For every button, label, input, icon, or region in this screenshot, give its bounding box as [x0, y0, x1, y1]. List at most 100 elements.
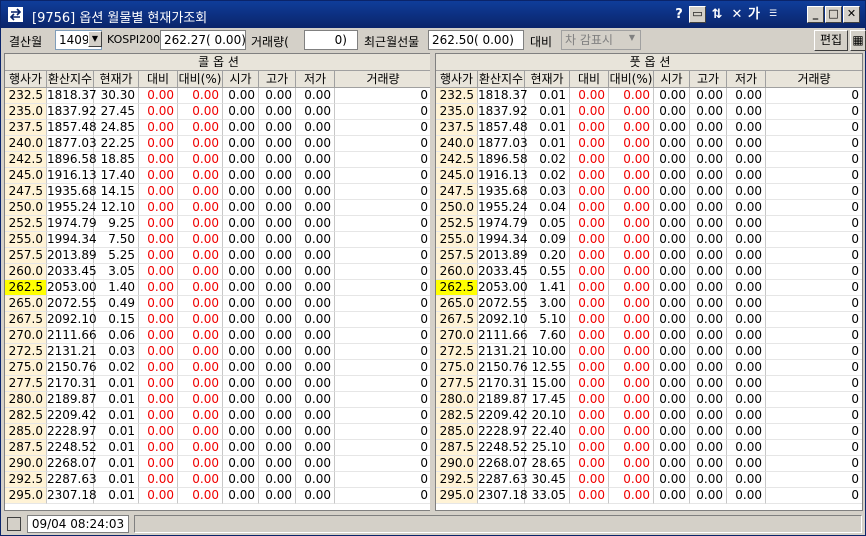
maximize-button[interactable]: □	[825, 6, 842, 23]
minimize-button[interactable]: _	[807, 6, 824, 23]
put-cell-change-pct: 0.00	[609, 344, 654, 360]
status-icon[interactable]	[7, 517, 21, 531]
call-header-change-pct[interactable]: 대비(%)	[178, 71, 223, 88]
layout-icon[interactable]: ▭	[689, 6, 706, 23]
call-cell-change: 0.00	[139, 248, 178, 264]
close-link-icon[interactable]: ✕	[729, 6, 745, 23]
call-cell-volume: 0	[335, 328, 430, 344]
call-cell-strike: 272.5	[5, 344, 47, 360]
put-header-volume[interactable]: 거래량	[766, 71, 862, 88]
put-cell-current-price: 22.40	[525, 424, 570, 440]
call-cell-change: 0.00	[139, 312, 178, 328]
put-header-low[interactable]: 저가	[727, 71, 766, 88]
call-header-low[interactable]: 저가	[296, 71, 335, 88]
put-cell-open: 0.00	[654, 152, 690, 168]
display-mode-dropdown-icon[interactable]: ▼	[625, 31, 639, 47]
call-cell-strike: 255.0	[5, 232, 47, 248]
call-cell-open: 0.00	[223, 296, 259, 312]
put-cell-current-price: 0.02	[525, 152, 570, 168]
call-cell-open: 0.00	[223, 184, 259, 200]
put-header-change[interactable]: 대비	[570, 71, 609, 88]
put-cell-strike: 290.0	[436, 456, 478, 472]
call-cell-low: 0.00	[296, 200, 335, 216]
put-cell-index-value: 2307.18	[478, 488, 528, 504]
call-cell-volume: 0	[335, 232, 430, 248]
font-size-icon[interactable]: 가	[747, 6, 761, 23]
call-cell-change-pct: 0.00	[178, 264, 223, 280]
call-header-current-price[interactable]: 현재가	[94, 71, 139, 88]
put-cell-change-pct: 0.00	[609, 424, 654, 440]
call-header-volume[interactable]: 거래량	[335, 71, 430, 88]
call-cell-change: 0.00	[139, 104, 178, 120]
call-cell-low: 0.00	[296, 120, 335, 136]
put-cell-strike: 242.5	[436, 152, 478, 168]
put-cell-strike: 267.5	[436, 312, 478, 328]
call-cell-low: 0.00	[296, 456, 335, 472]
call-cell-change-pct: 0.00	[178, 200, 223, 216]
call-cell-high: 0.00	[259, 184, 296, 200]
call-header-change[interactable]: 대비	[139, 71, 178, 88]
call-cell-index-value: 2228.97	[47, 424, 97, 440]
call-cell-low: 0.00	[296, 280, 335, 296]
call-cell-high: 0.00	[259, 200, 296, 216]
put-cell-low: 0.00	[727, 184, 766, 200]
call-header-index-value[interactable]: 환산지수	[47, 71, 94, 88]
call-cell-change-pct: 0.00	[178, 488, 223, 504]
put-cell-strike: 277.5	[436, 376, 478, 392]
title-bar[interactable]: [9756] 옵션 월물별 현재가조회 ? ▭ ⇅ ✕ 가 ☰ _ □ ✕	[1, 1, 865, 28]
put-cell-open: 0.00	[654, 168, 690, 184]
put-cell-volume: 0	[766, 168, 862, 184]
call-header-strike[interactable]: 행사가	[5, 71, 47, 88]
put-cell-strike: 257.5	[436, 248, 478, 264]
put-cell-high: 0.00	[690, 440, 727, 456]
put-cell-current-price: 30.45	[525, 472, 570, 488]
call-cell-volume: 0	[335, 296, 430, 312]
call-cell-current-price: 27.45	[94, 104, 139, 120]
call-header-open[interactable]: 시가	[223, 71, 259, 88]
put-header-strike[interactable]: 행사가	[436, 71, 478, 88]
put-header-change-pct[interactable]: 대비(%)	[609, 71, 654, 88]
put-cell-low: 0.00	[727, 456, 766, 472]
config-icon[interactable]: ▦	[850, 30, 866, 51]
call-cell-change: 0.00	[139, 120, 178, 136]
put-cell-index-value: 1857.48	[478, 120, 528, 136]
put-cell-index-value: 2111.66	[478, 328, 528, 344]
month-dropdown-icon[interactable]: ▼	[88, 31, 102, 47]
put-cell-volume: 0	[766, 328, 862, 344]
put-cell-low: 0.00	[727, 360, 766, 376]
put-cell-index-value: 2131.21	[478, 344, 528, 360]
call-header-high[interactable]: 고가	[259, 71, 296, 88]
kospi-label: KOSPI200	[107, 33, 161, 46]
call-cell-index-value: 1877.03	[47, 136, 97, 152]
call-cell-index-value: 2053.00	[47, 280, 97, 296]
call-cell-high: 0.00	[259, 328, 296, 344]
help-icon[interactable]: ?	[673, 6, 685, 23]
edit-button[interactable]: 편집	[814, 30, 848, 51]
call-cell-volume: 0	[335, 184, 430, 200]
put-cell-index-value: 1974.79	[478, 216, 528, 232]
put-header-current-price[interactable]: 현재가	[525, 71, 570, 88]
put-cell-low: 0.00	[727, 376, 766, 392]
link-icon[interactable]: ⇅	[709, 6, 725, 23]
put-cell-index-value: 2248.52	[478, 440, 528, 456]
put-header-index-value[interactable]: 환산지수	[478, 71, 525, 88]
call-cell-volume: 0	[335, 152, 430, 168]
put-cell-volume: 0	[766, 360, 862, 376]
put-cell-current-price: 25.10	[525, 440, 570, 456]
menu-icon[interactable]: ☰	[765, 6, 781, 23]
close-button[interactable]: ✕	[843, 6, 860, 23]
put-header-open[interactable]: 시가	[654, 71, 690, 88]
put-cell-open: 0.00	[654, 344, 690, 360]
put-cell-high: 0.00	[690, 200, 727, 216]
call-cell-current-price: 0.49	[94, 296, 139, 312]
call-cell-low: 0.00	[296, 168, 335, 184]
put-cell-strike: 250.0	[436, 200, 478, 216]
put-cell-current-price: 0.03	[525, 184, 570, 200]
put-cell-change: 0.00	[570, 104, 609, 120]
put-cell-open: 0.00	[654, 312, 690, 328]
put-cell-volume: 0	[766, 232, 862, 248]
call-cell-open: 0.00	[223, 120, 259, 136]
put-header-high[interactable]: 고가	[690, 71, 727, 88]
put-cell-current-price: 0.01	[525, 120, 570, 136]
put-cell-open: 0.00	[654, 360, 690, 376]
